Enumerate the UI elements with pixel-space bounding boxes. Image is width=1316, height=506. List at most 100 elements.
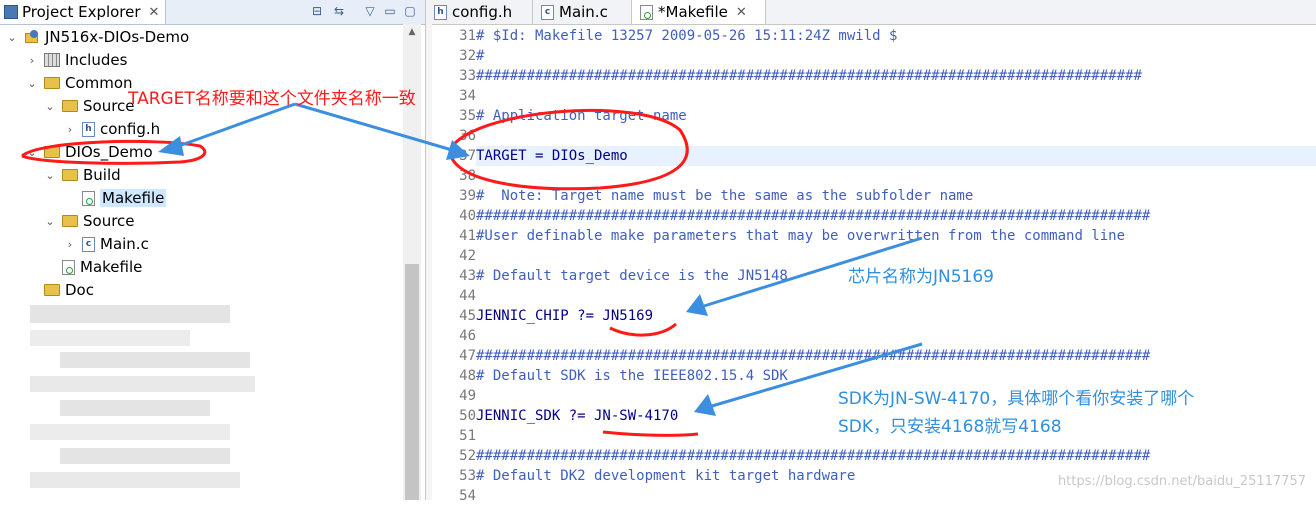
tab-main-c[interactable]: c Main.c <box>533 0 632 24</box>
line-number: 41 <box>459 228 476 244</box>
project-explorer-header: Project Explorer ✕ ⊟ ⇆ ▽ ▭ ▢ <box>0 0 425 25</box>
tree-item-label: Makefile <box>100 189 167 207</box>
line-number: 50 <box>459 408 476 424</box>
code-line[interactable]: TARGET = DIOs_Demo <box>476 146 628 166</box>
code-line[interactable]: # <box>476 46 484 66</box>
tree-item-label: Doc <box>65 281 94 299</box>
line-number: 42 <box>459 248 476 264</box>
line-number: 32 <box>459 48 476 64</box>
code-line[interactable]: ########################################… <box>476 206 1150 226</box>
code-line[interactable]: #User definable make parameters that may… <box>476 226 1125 246</box>
chip-note: 芯片名称为JN5169 <box>848 267 994 287</box>
makefile-icon <box>62 259 75 275</box>
maximize-icon[interactable]: ▢ <box>402 3 418 19</box>
project-explorer-title: Project Explorer <box>22 3 141 21</box>
tree-item-label: Makefile <box>80 258 143 276</box>
tree-item-label: JN516x-DIOs-Demo <box>45 28 190 46</box>
code-line[interactable]: ########################################… <box>476 66 1142 86</box>
expanded-chevron-icon[interactable]: ⌄ <box>26 77 38 90</box>
expanded-chevron-icon[interactable]: ⌄ <box>44 169 56 182</box>
tree-item[interactable]: ⌄ Build <box>44 164 121 186</box>
line-number: 51 <box>459 428 476 444</box>
collapsed-chevron-icon[interactable]: › <box>64 123 76 136</box>
line-number: 45 <box>459 308 476 324</box>
line-number: 31 <box>459 28 476 44</box>
scrollbar-thumb[interactable] <box>405 264 419 500</box>
tree-item-label: Build <box>83 166 121 184</box>
line-number: 53 <box>459 468 476 484</box>
line-number: 40 <box>459 208 476 224</box>
link-with-editor-icon[interactable]: ⇆ <box>331 3 347 19</box>
collapsed-chevron-icon[interactable]: › <box>26 54 38 67</box>
editor-tabs: h config.h c Main.c *Makefile ✕ <box>426 0 1316 25</box>
tree-item[interactable]: Makefile <box>44 256 142 278</box>
tree-item[interactable]: › h config.h <box>64 118 160 140</box>
line-number: 47 <box>459 348 476 364</box>
tree-item[interactable]: ⌄ DIOs_Demo <box>26 141 153 163</box>
line-number: 39 <box>459 188 476 204</box>
project-explorer-tab[interactable]: Project Explorer ✕ <box>0 0 167 24</box>
header-file-icon: h <box>434 4 447 20</box>
tree-item[interactable]: ⌄ JN516x-DIOs-Demo <box>6 26 189 48</box>
blurred-content <box>30 472 240 488</box>
code-line[interactable]: # Default SDK is the IEEE802.15.4 SDK <box>476 366 788 386</box>
blurred-content <box>30 376 255 392</box>
view-menu-icon[interactable]: ▽ <box>362 3 378 19</box>
collapse-all-icon[interactable]: ⊟ <box>309 3 325 19</box>
expanded-chevron-icon[interactable]: ⌄ <box>6 31 18 44</box>
collapsed-chevron-icon[interactable]: › <box>64 238 76 251</box>
sdk-note-line1: SDK为JN-SW-4170，具体哪个看你安装了哪个 <box>838 389 1195 409</box>
tree-item-label: Source <box>83 212 135 230</box>
folder-icon <box>62 169 78 181</box>
close-icon[interactable]: ✕ <box>149 5 160 20</box>
project-explorer-icon <box>4 5 18 19</box>
tree-item-label: DIOs_Demo <box>65 143 153 161</box>
tree-item[interactable]: Makefile <box>64 187 167 209</box>
folder-icon <box>44 146 60 158</box>
c-file-icon: c <box>82 236 95 252</box>
code-line[interactable]: # $Id: Makefile 13257 2009-05-26 15:11:2… <box>476 26 897 46</box>
tab-label: *Makefile <box>658 3 728 21</box>
line-number: 48 <box>459 368 476 384</box>
makefile-icon <box>82 190 95 206</box>
tree-item[interactable]: › Includes <box>26 49 128 71</box>
tab-label: Main.c <box>559 3 608 21</box>
minimize-icon[interactable]: ▭ <box>382 3 398 19</box>
expanded-chevron-icon[interactable]: ⌄ <box>26 146 38 159</box>
tree-item[interactable]: ⌄ Source <box>44 210 135 232</box>
line-number: 35 <box>459 108 476 124</box>
code-line[interactable]: # Default target device is the JN5148 <box>476 266 788 286</box>
code-line[interactable]: JENNIC_SDK ?= JN-SW-4170 <box>476 406 678 426</box>
tree-item-label: Main.c <box>100 235 149 253</box>
tab-label: config.h <box>452 3 513 21</box>
code-line[interactable]: JENNIC_CHIP ?= JN5169 <box>476 306 653 326</box>
code-line[interactable]: # Application target name <box>476 106 687 126</box>
line-number: 38 <box>459 168 476 184</box>
blurred-content <box>60 400 210 416</box>
expanded-chevron-icon[interactable]: ⌄ <box>44 100 56 113</box>
makefile-icon <box>640 4 653 20</box>
tree-item[interactable]: Doc <box>26 279 94 301</box>
tree-item[interactable]: › c Main.c <box>64 233 149 255</box>
tree-item-label: Source <box>83 97 135 115</box>
code-line[interactable]: ########################################… <box>476 346 1150 366</box>
line-number-gutter: 31 32 33 34 35 36 37 38 39 40 41 42 43 44 45 46 47 48 49 50… <box>432 24 476 504</box>
code-line[interactable]: # Default DK2 development kit target har… <box>476 466 855 486</box>
line-number: 34 <box>459 88 476 104</box>
blurred-content <box>60 352 250 368</box>
sdk-note-line2: SDK，只安装4168就写4168 <box>838 417 1062 437</box>
code-line[interactable]: # Note: Target name must be the same as … <box>476 186 973 206</box>
tree-item[interactable]: ⌄ Common <box>26 72 132 94</box>
tab-makefile[interactable]: *Makefile ✕ <box>632 0 766 24</box>
line-number: 43 <box>459 268 476 284</box>
scroll-up-icon[interactable]: ▲ <box>403 24 421 40</box>
blurred-content <box>30 305 230 323</box>
code-line[interactable]: ########################################… <box>476 446 1150 466</box>
blurred-content <box>30 424 230 440</box>
close-icon[interactable]: ✕ <box>736 5 747 20</box>
tab-config-h[interactable]: h config.h <box>426 0 533 24</box>
expanded-chevron-icon[interactable]: ⌄ <box>44 215 56 228</box>
line-number: 37 <box>459 148 476 164</box>
tree-item[interactable]: ⌄ Source <box>44 95 135 117</box>
line-number: 49 <box>459 388 476 404</box>
